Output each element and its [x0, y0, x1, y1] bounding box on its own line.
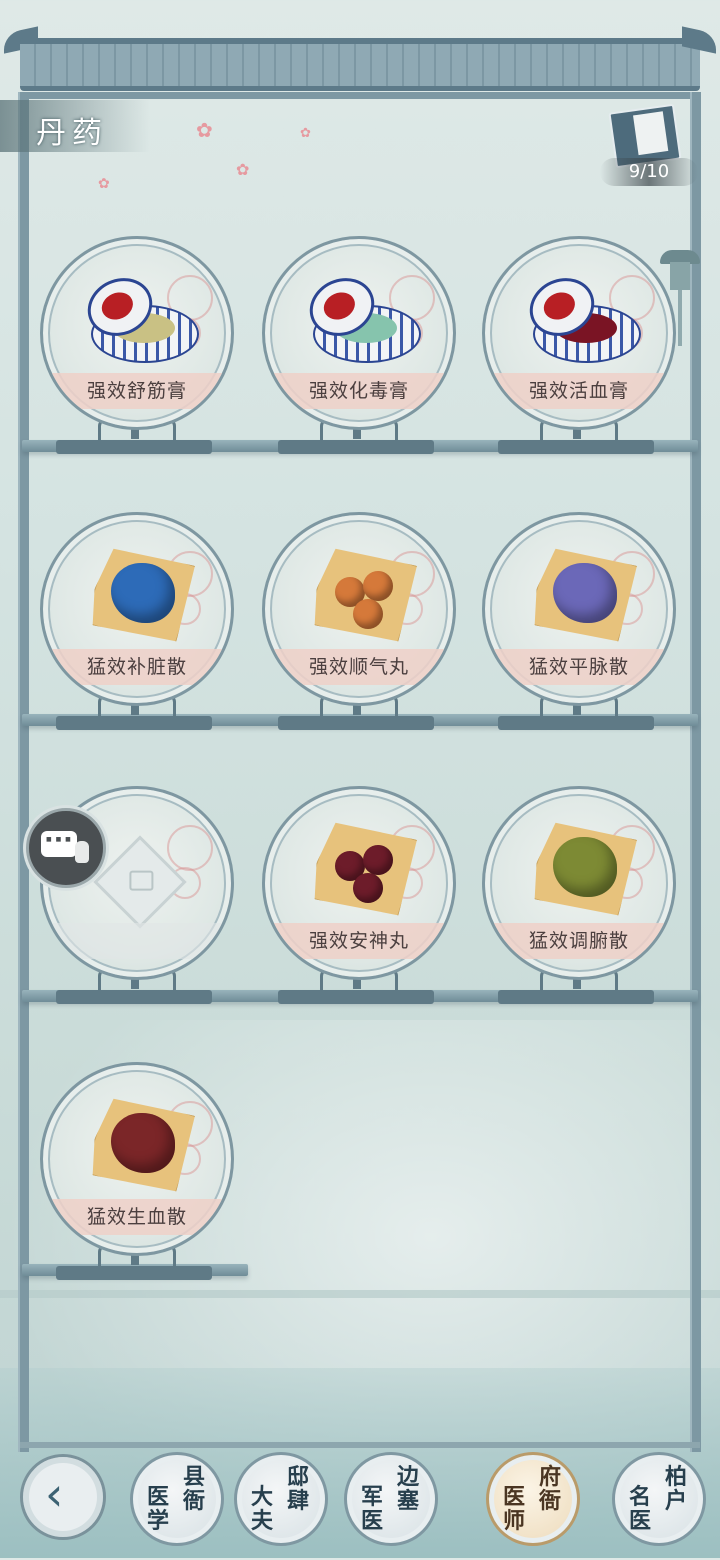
medicine-name: 猛效补脏散 — [51, 649, 223, 685]
display-disc: 强效活血膏 — [482, 236, 676, 430]
ointment-jar-icon — [78, 267, 199, 367]
medicine-slot[interactable]: 强效安神丸 — [258, 786, 456, 1018]
display-stand-base — [498, 440, 654, 454]
chevron-left-icon: ‹ — [45, 1467, 64, 1521]
nav-tab-label-top: 府衙 — [539, 1464, 562, 1514]
page-title: 丹药 — [36, 116, 108, 151]
ointment-jar-icon — [300, 267, 421, 367]
medicine-name: 强效顺气丸 — [273, 649, 445, 685]
blossom-decoration: ✿ — [98, 176, 110, 192]
display-disc: 猛效调腑散 — [482, 786, 676, 980]
medicine-slot[interactable]: 强效化毒膏 — [258, 236, 456, 468]
nav-tab-label-top: 柏户 — [665, 1464, 688, 1514]
pills-icon — [305, 817, 421, 917]
display-disc: 猛效平脉散 — [482, 512, 676, 706]
pavilion-roof — [0, 26, 720, 94]
nav-tab-label-bottom: 医学 — [147, 1484, 170, 1534]
display-stand-base — [498, 990, 654, 1004]
display-disc: 强效顺气丸 — [262, 512, 456, 706]
left-post — [18, 92, 29, 1452]
display-stand-base — [278, 716, 434, 730]
medicine-slot[interactable]: 强效活血膏 — [478, 236, 676, 468]
medicine-name: 强效化毒膏 — [273, 373, 445, 409]
top-beam — [18, 92, 700, 99]
page-title-banner: 丹药 — [0, 100, 150, 152]
medicine-slot[interactable]: 猛效生血散 — [36, 1062, 234, 1294]
nav-tab[interactable]: 柏户 名医 — [612, 1452, 706, 1546]
nav-tab-label-bottom: 名医 — [629, 1484, 652, 1534]
back-button[interactable]: ‹ — [20, 1454, 106, 1540]
display-stand-base — [278, 440, 434, 454]
blossom-decoration: ✿ — [196, 118, 213, 142]
nav-tab-label-bottom: 大夫 — [251, 1484, 274, 1534]
powder-icon — [525, 817, 641, 917]
nav-tab[interactable]: 邸肆 大夫 — [234, 1452, 328, 1546]
medicine-name: 猛效生血散 — [51, 1199, 223, 1235]
display-stand-base — [56, 440, 212, 454]
display-disc: 强效化毒膏 — [262, 236, 456, 430]
medicine-slot[interactable]: 强效顺气丸 — [258, 512, 456, 744]
ointment-jar-icon — [520, 267, 641, 367]
nav-tab[interactable]: 县衙 医学 — [130, 1452, 224, 1546]
nav-tab-label-bottom: 医师 — [503, 1484, 526, 1534]
medicine-slot[interactable]: 强效舒筋膏 — [36, 236, 234, 468]
nav-tab-label-top: 边塞 — [397, 1464, 420, 1514]
display-disc: 强效安神丸 — [262, 786, 456, 980]
display-stand-base — [278, 990, 434, 1004]
collection-counter: 9/10 — [600, 158, 698, 186]
nav-tab-label-bottom: 军医 — [361, 1484, 384, 1534]
medicine-slot[interactable]: 猛效补脏散 — [36, 512, 234, 744]
display-stand-base — [498, 716, 654, 730]
nav-tab[interactable]: 府衙 医师 — [486, 1452, 580, 1546]
medicine-name — [51, 923, 223, 959]
nav-tab[interactable]: 边塞 军医 — [344, 1452, 438, 1546]
nav-tab-label-top: 县衙 — [183, 1464, 206, 1514]
flower-pattern — [167, 825, 213, 871]
chat-bubble-icon — [41, 831, 77, 857]
medicine-slot[interactable]: 猛效调腑散 — [478, 786, 676, 1018]
display-disc: 猛效生血散 — [40, 1062, 234, 1256]
chat-button[interactable] — [26, 808, 106, 888]
powder-icon — [83, 543, 199, 643]
medicine-name: 强效活血膏 — [493, 373, 665, 409]
display-stand-base — [56, 990, 212, 1004]
blossom-decoration: ✿ — [300, 126, 311, 141]
display-stand-base — [56, 716, 212, 730]
display-stand-base — [56, 1266, 212, 1280]
display-disc: 强效舒筋膏 — [40, 236, 234, 430]
blossom-decoration: ✿ — [236, 160, 250, 179]
medicine-slot[interactable]: 猛效平脉散 — [478, 512, 676, 744]
pills-icon — [305, 543, 421, 643]
bottom-beam — [20, 1442, 700, 1448]
powder-icon — [525, 543, 641, 643]
medicine-name: 猛效调腑散 — [493, 923, 665, 959]
medicine-name: 强效舒筋膏 — [51, 373, 223, 409]
nav-tab-label-top: 邸肆 — [287, 1464, 310, 1514]
powder-icon — [83, 1093, 199, 1193]
bottle-icon — [75, 841, 89, 863]
display-disc: 猛效补脏散 — [40, 512, 234, 706]
medicine-name: 猛效平脉散 — [493, 649, 665, 685]
medicine-name: 强效安神丸 — [273, 923, 445, 959]
